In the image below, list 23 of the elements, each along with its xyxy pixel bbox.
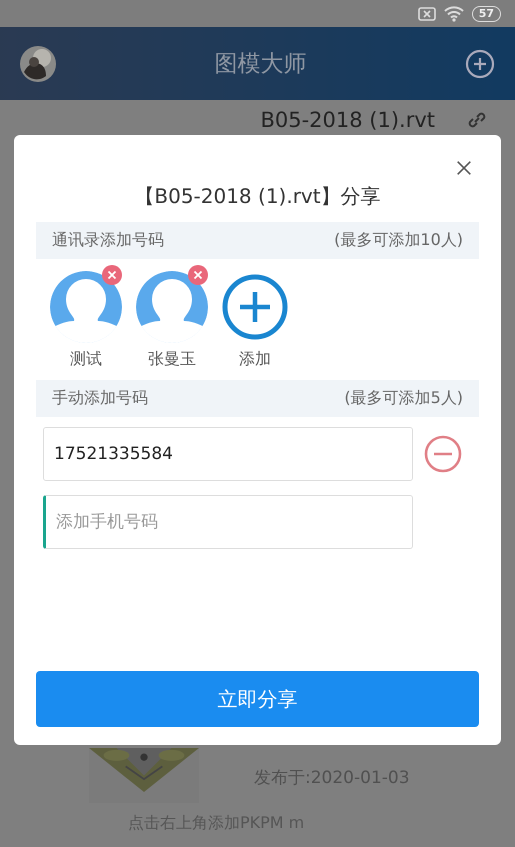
person-avatar-icon (50, 271, 122, 343)
add-label: 添加 (239, 349, 271, 370)
section-label: 手动添加号码 (52, 388, 148, 409)
close-icon[interactable] (455, 159, 473, 177)
remove-icon[interactable] (423, 434, 463, 474)
section-limit: (最多可添加10人) (334, 230, 463, 251)
section-label: 通讯录添加号码 (52, 230, 164, 251)
dialog-title: 【B05-2018 (1).rvt】分享 (133, 183, 382, 210)
phone-field[interactable]: 添加手机号码 (43, 495, 413, 549)
remove-icon[interactable] (102, 265, 122, 285)
wifi-icon (444, 6, 464, 22)
app-title: 图模大师 (214, 50, 306, 79)
battery-level: 57 (472, 6, 501, 22)
phone-field[interactable]: 17521335584 (43, 427, 413, 481)
contact-name: 张曼玉 (148, 349, 196, 370)
no-sim-icon (418, 6, 436, 20)
contact-name: 测试 (70, 349, 102, 370)
add-icon[interactable] (465, 48, 495, 78)
section-limit: (最多可添加5人) (344, 388, 463, 409)
remove-icon[interactable] (188, 265, 208, 285)
person-avatar-icon (136, 271, 208, 343)
add-contact-icon[interactable] (222, 274, 288, 340)
file-name: B05-2018 (1).rvt (260, 108, 435, 132)
